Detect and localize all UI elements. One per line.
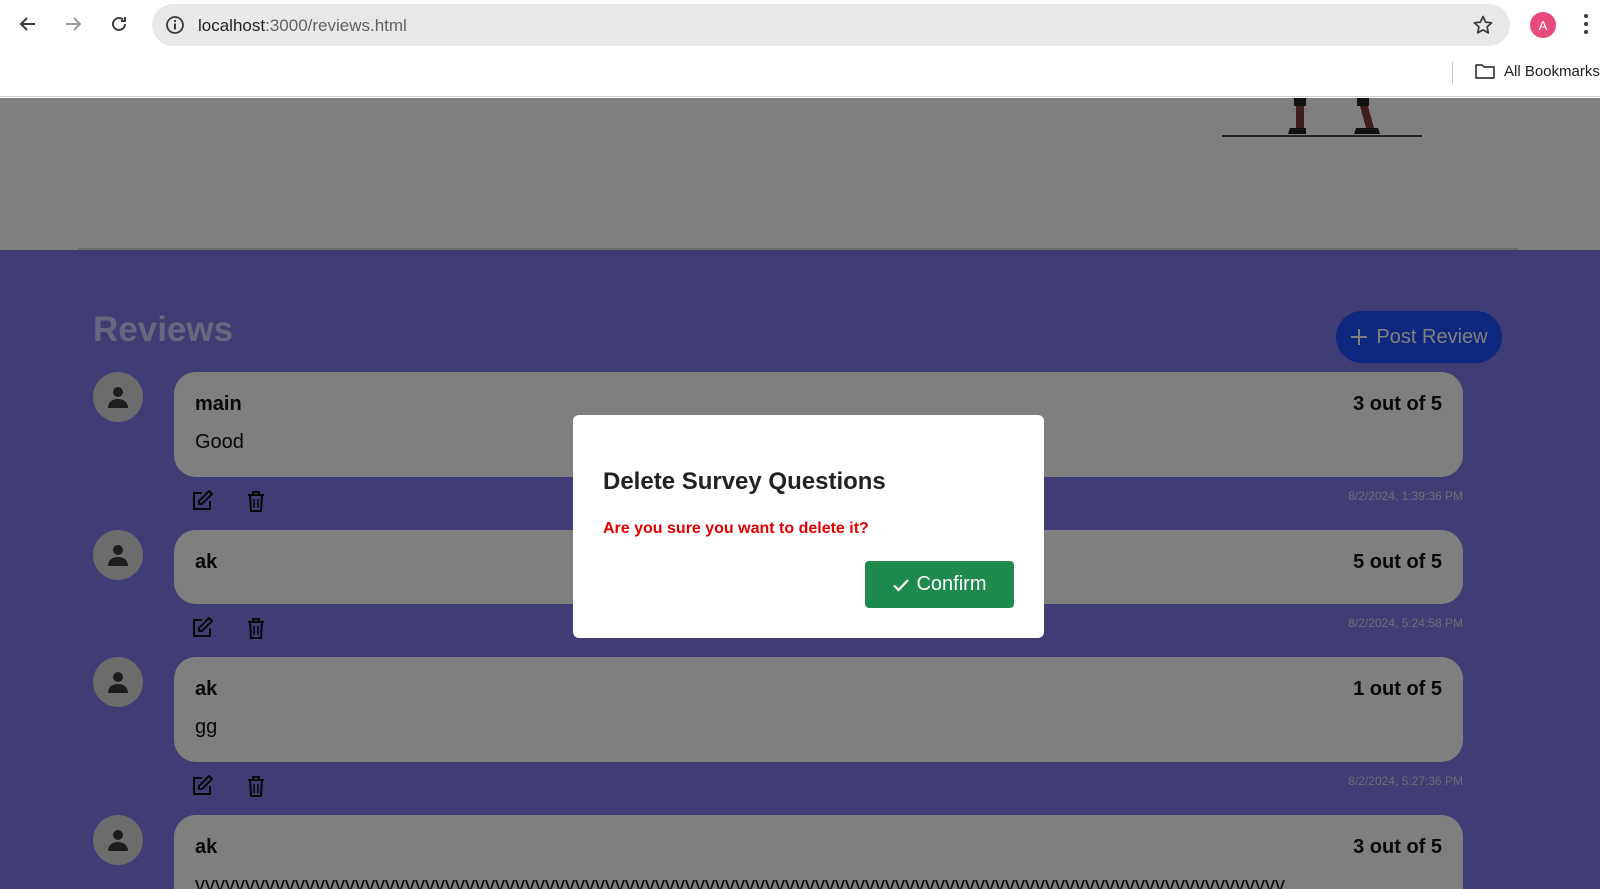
url-host: localhost [198, 16, 266, 35]
bookmarks-separator [1452, 62, 1453, 84]
arrow-right-icon [66, 17, 82, 31]
delete-confirm-dialog: Delete Survey Questions Are you sure you… [573, 415, 1044, 638]
confirm-button[interactable]: Confirm [865, 561, 1014, 608]
all-bookmarks-button[interactable]: All Bookmarks [1474, 62, 1600, 80]
profile-avatar[interactable]: A [1530, 12, 1556, 38]
info-icon[interactable] [164, 14, 186, 41]
address-bar[interactable]: localhost:3000/reviews.html [152, 4, 1510, 46]
back-button[interactable] [13, 9, 43, 39]
browser-toolbar: localhost:3000/reviews.html A [0, 0, 1600, 50]
menu-icon[interactable] [1581, 12, 1591, 38]
forward-button[interactable] [58, 9, 88, 39]
url-text[interactable]: localhost:3000/reviews.html [198, 16, 407, 36]
bookmarks-bar: All Bookmarks [0, 50, 1600, 97]
reload-icon [112, 16, 126, 31]
all-bookmarks-label: All Bookmarks [1504, 62, 1600, 80]
star-icon[interactable] [1472, 14, 1494, 41]
url-path: :3000/reviews.html [265, 16, 407, 35]
check-icon [893, 578, 910, 592]
arrow-left-icon [19, 17, 35, 31]
confirm-label: Confirm [916, 573, 987, 595]
folder-icon [1475, 64, 1495, 79]
reload-button[interactable] [104, 9, 134, 39]
dialog-message: Are you sure you want to delete it? [603, 520, 869, 537]
dialog-title: Delete Survey Questions [603, 468, 886, 495]
